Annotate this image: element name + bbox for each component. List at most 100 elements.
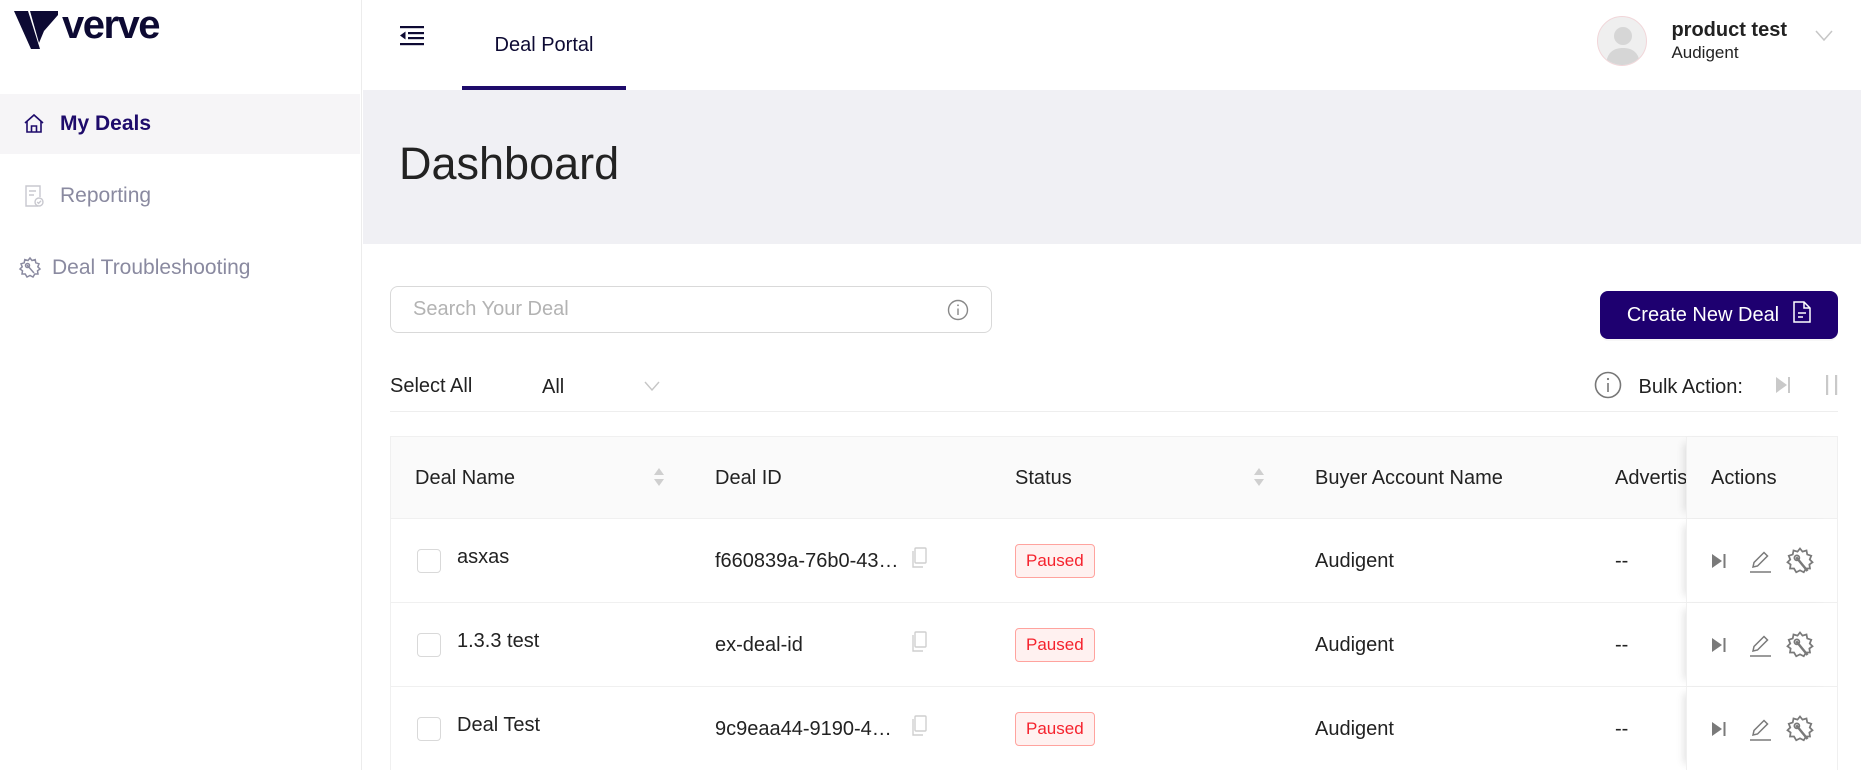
table-row: Deal Test 9c9eaa44-9190-4… Paused Audige…	[391, 687, 1838, 770]
pause-icon	[1826, 374, 1838, 395]
deal-id: ex-deal-id	[715, 633, 803, 656]
user-organization: Audigent	[1671, 43, 1739, 62]
info-icon[interactable]	[947, 299, 969, 321]
table-row: asxas f660839a-76b0-43… Paused Audigent …	[391, 519, 1838, 603]
buyer-account-cell: Audigent	[1315, 519, 1394, 603]
menu-collapse-button[interactable]	[399, 24, 427, 48]
document-icon	[1793, 301, 1811, 329]
table-border	[1837, 437, 1838, 518]
deals-table: Deal Name Deal ID Status Buyer Account N…	[390, 436, 1838, 770]
status-badge: Paused	[1015, 544, 1095, 578]
row-checkbox-cell	[417, 603, 441, 687]
table-border	[1837, 519, 1838, 602]
edit-button[interactable]	[1747, 632, 1773, 658]
report-icon	[22, 184, 46, 208]
row-checkbox-cell	[417, 687, 441, 770]
status-cell: Paused	[1015, 687, 1095, 770]
edit-button[interactable]	[1747, 716, 1773, 742]
advertiser-cell: --	[1615, 687, 1628, 770]
sidebar-item-deal-troubleshooting[interactable]: Deal Troubleshooting	[0, 238, 360, 298]
play-next-icon	[1776, 376, 1790, 393]
column-label: Status	[1015, 466, 1072, 489]
status-filter-select[interactable]: All	[542, 372, 660, 402]
sidebar-item-reporting[interactable]: Reporting	[0, 166, 360, 226]
actions-cell	[1686, 687, 1838, 770]
buyer-account-name: Audigent	[1315, 717, 1394, 740]
page-header: Dashboard	[363, 90, 1861, 244]
advertiser-cell: --	[1615, 519, 1628, 603]
copy-cell	[911, 687, 927, 770]
buyer-account-cell: Audigent	[1315, 603, 1394, 687]
copy-cell	[911, 519, 927, 603]
deal-name: asxas	[457, 545, 510, 568]
sort-icon[interactable]	[1253, 467, 1265, 487]
sidebar-item-my-deals[interactable]: My Deals	[0, 94, 360, 154]
column-label: Advertis	[1615, 466, 1688, 489]
verve-logo[interactable]: verve	[14, 3, 161, 50]
play-next-icon	[1712, 722, 1726, 736]
create-new-deal-button[interactable]: Create New Deal	[1600, 291, 1838, 339]
deal-name-cell: asxas	[457, 515, 509, 599]
page-title: Dashboard	[399, 138, 620, 189]
bulk-action-bar: Bulk Action:	[1594, 371, 1839, 404]
column-label: Deal ID	[715, 466, 782, 489]
row-checkbox[interactable]	[417, 633, 441, 657]
deal-id: f660839a-76b0-43…	[715, 549, 899, 572]
copy-icon[interactable]	[911, 715, 927, 743]
buyer-account-name: Audigent	[1315, 549, 1394, 572]
user-name: product test	[1671, 19, 1787, 41]
tab-deal-portal[interactable]: Deal Portal	[462, 0, 626, 90]
deal-name: 1.3.3 test	[457, 629, 540, 652]
sidebar: verve My Deals Reporting Deal Troublesho…	[0, 0, 362, 770]
search-field[interactable]	[390, 286, 992, 333]
buyer-account-cell: Audigent	[1315, 687, 1394, 770]
bulk-pause-button[interactable]	[1825, 374, 1839, 401]
top-bar: Deal Portal product test Audigent	[363, 0, 1861, 90]
gear-wrench-icon	[18, 256, 42, 280]
troubleshoot-button[interactable]	[1785, 546, 1815, 576]
status-cell: Paused	[1015, 603, 1095, 687]
pencil-icon	[1750, 635, 1771, 657]
gear-wrench-icon	[1786, 715, 1814, 742]
row-checkbox[interactable]	[417, 549, 441, 573]
status-cell: Paused	[1015, 519, 1095, 603]
menu-collapse-icon	[400, 26, 424, 46]
play-next-icon	[1712, 554, 1726, 568]
column-header-deal-name[interactable]: Deal Name	[415, 437, 515, 519]
advertiser: --	[1615, 549, 1629, 572]
troubleshoot-button[interactable]	[1785, 714, 1815, 744]
verve-logo-mark-icon	[14, 11, 58, 49]
user-menu[interactable]: product test Audigent	[1597, 14, 1833, 68]
deal-id-cell: ex-deal-id	[715, 603, 803, 687]
resume-button[interactable]	[1711, 551, 1727, 571]
deal-id-cell: f660839a-76b0-43…	[715, 519, 898, 603]
edit-button[interactable]	[1747, 548, 1773, 574]
column-header-advertiser: Advertis	[1615, 437, 1687, 519]
logo-text: verve	[62, 3, 161, 47]
row-checkbox[interactable]	[417, 717, 441, 741]
column-header-actions: Actions	[1686, 437, 1838, 518]
advertiser: --	[1615, 717, 1629, 740]
deal-name-cell: Deal Test	[457, 683, 540, 767]
avatar	[1597, 16, 1648, 66]
chevron-down-icon[interactable]	[1815, 29, 1833, 47]
deal-name: Deal Test	[457, 713, 541, 736]
search-input[interactable]	[413, 298, 947, 321]
bulk-info-icon[interactable]	[1594, 371, 1622, 404]
resume-button[interactable]	[1711, 719, 1727, 739]
table-border	[1837, 687, 1838, 770]
play-next-icon	[1712, 638, 1726, 652]
troubleshoot-button[interactable]	[1785, 630, 1815, 660]
resume-button[interactable]	[1711, 635, 1727, 655]
table-row: 1.3.3 test ex-deal-id Paused Audigent --	[391, 603, 1838, 687]
home-icon	[22, 112, 46, 136]
select-all-link[interactable]: Select All	[390, 375, 472, 398]
bulk-resume-button[interactable]	[1775, 375, 1791, 400]
user-avatar-icon	[1606, 27, 1641, 65]
app-root: verve My Deals Reporting Deal Troublesho…	[0, 0, 1861, 770]
copy-icon[interactable]	[911, 631, 927, 659]
column-header-status[interactable]: Status	[1015, 437, 1072, 519]
sort-icon[interactable]	[653, 467, 665, 487]
copy-icon[interactable]	[911, 547, 927, 575]
toolbar-divider	[390, 411, 1838, 412]
